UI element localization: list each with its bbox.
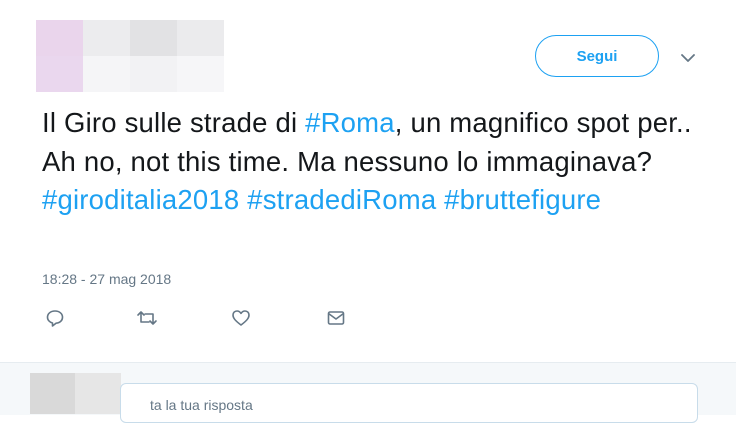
author-blurred-avatar[interactable] [36, 20, 224, 92]
tweet-text-segment: Il Giro sulle strade di [42, 107, 306, 138]
tweet-text: Il Giro sulle strade di #Roma, un magnif… [42, 104, 702, 220]
tweet-text-segment [436, 184, 444, 215]
like-icon[interactable] [230, 307, 252, 329]
reply-icon[interactable] [44, 307, 66, 329]
chevron-down-icon[interactable] [680, 50, 696, 66]
hashtag-link[interactable]: #stradediRoma [247, 184, 436, 215]
reply-placeholder: ta la tua risposta [150, 397, 253, 413]
direct-message-icon[interactable] [325, 307, 347, 329]
hashtag-link[interactable]: #Roma [305, 107, 395, 138]
hashtag-link[interactable]: #bruttefigure [444, 184, 601, 215]
retweet-icon[interactable] [136, 307, 158, 329]
hashtag-link[interactable]: #giroditalia2018 [42, 184, 239, 215]
follow-button[interactable]: Segui [535, 35, 659, 77]
reply-input[interactable]: ta la tua risposta [120, 383, 698, 423]
tweet-timestamp[interactable]: 18:28 - 27 mag 2018 [42, 271, 171, 287]
